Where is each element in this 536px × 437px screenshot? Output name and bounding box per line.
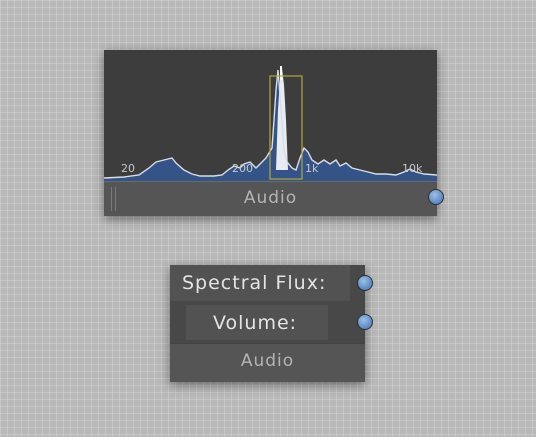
- freq-tick-10k: 10k: [402, 162, 423, 175]
- spectrum-graph: [104, 66, 437, 181]
- audio-features-title: Audio: [240, 351, 295, 371]
- spectral-flux-label: Spectral Flux:: [182, 272, 327, 294]
- audio-output-port[interactable]: [428, 189, 444, 205]
- audio-node-title: Audio: [243, 188, 298, 208]
- volume-label: Volume:: [213, 312, 298, 334]
- volume-output-port[interactable]: [357, 314, 373, 330]
- freq-tick-20: 20: [121, 162, 135, 175]
- audio-features-title-bar[interactable]: Audio: [170, 343, 365, 382]
- spectrum-display[interactable]: 20 200 1k 10k: [104, 50, 437, 181]
- audio-features-node[interactable]: Spectral Flux: Volume: Audio: [170, 265, 373, 382]
- freq-tick-1k: 1k: [305, 162, 319, 175]
- audio-node[interactable]: 20 200 1k 10k Audio: [104, 50, 444, 216]
- audio-node-title-bar[interactable]: Audio: [104, 181, 437, 216]
- freq-tick-200: 200: [232, 162, 253, 175]
- spectral-flux-output-port[interactable]: [357, 275, 373, 291]
